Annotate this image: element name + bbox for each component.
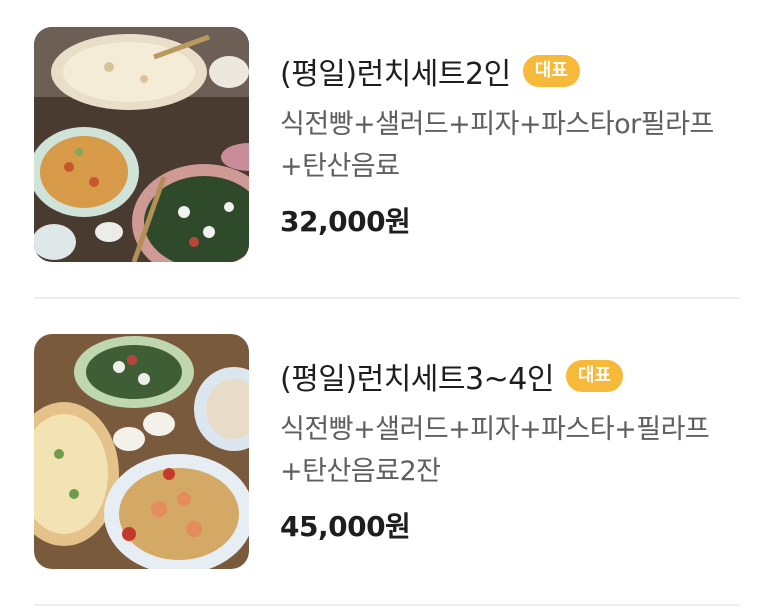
signature-badge: 대표	[565, 360, 624, 392]
divider	[34, 297, 740, 299]
menu-item-photo	[34, 334, 249, 569]
menu-item-photo	[34, 27, 249, 262]
menu-item-price: 32,000원	[280, 205, 411, 238]
menu-item-info: (평일)런치세트3~4인 대표 식전빵+샐러드+피자+파스타+필라프+탄산음료2…	[280, 353, 750, 545]
food-photo-icon	[34, 27, 249, 262]
menu-item-description: 식전빵+샐러드+피자+파스타or필라프+탄산음료	[280, 109, 714, 182]
menu-item-info: (평일)런치세트2인 대표 식전빵+샐러드+피자+파스타or필라프+탄산음료 3…	[280, 48, 750, 240]
menu-list: (평일)런치세트2인 대표 식전빵+샐러드+피자+파스타or필라프+탄산음료 3…	[0, 0, 773, 613]
menu-item-title-row: (평일)런치세트2인 대표	[280, 48, 750, 94]
divider	[34, 604, 740, 606]
signature-badge: 대표	[522, 55, 580, 87]
menu-item-title: (평일)런치세트2인	[280, 57, 511, 92]
menu-item-lunch-set-2[interactable]: (평일)런치세트2인 대표 식전빵+샐러드+피자+파스타or필라프+탄산음료 3…	[0, 0, 773, 300]
menu-item-description: 식전빵+샐러드+피자+파스타+필라프+탄산음료2잔	[280, 414, 710, 487]
menu-item-title: (평일)런치세트3~4인	[280, 362, 554, 397]
menu-item-title-row: (평일)런치세트3~4인 대표	[280, 353, 750, 399]
menu-item-lunch-set-3-4[interactable]: (평일)런치세트3~4인 대표 식전빵+샐러드+피자+파스타+필라프+탄산음료2…	[0, 303, 773, 603]
menu-item-price: 45,000원	[280, 510, 411, 543]
food-photo-icon	[34, 334, 249, 569]
